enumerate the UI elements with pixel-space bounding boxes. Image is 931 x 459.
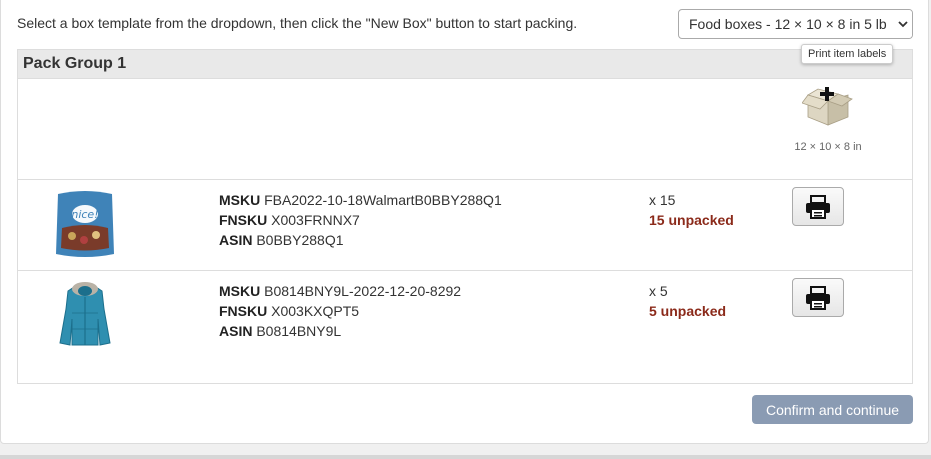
asin-value: B0BBY288Q1 [256,232,344,248]
svg-text:nice!: nice! [71,208,98,221]
print-item-labels-button[interactable] [792,187,844,226]
print-labels-tooltip: Print item labels [801,44,894,64]
blue-jacket-product-image [59,282,111,346]
new-box-button[interactable]: 12 × 10 × 8 in [788,87,868,153]
unpacked-count: 5 unpacked [649,303,727,319]
fnsku-value: X003FRNNX7 [271,212,360,228]
fnsku-value: X003KXQPT5 [271,303,360,319]
msku-value: FBA2022-10-18WalmartB0BBY288Q1 [264,192,502,208]
instructions-text: Select a box template from the dropdown,… [17,15,578,31]
quantity-value: x 5 [649,283,668,299]
msku-label: MSKU [219,192,261,208]
asin-value: B0814BNY9L [256,323,342,339]
asin-label: ASIN [219,232,253,248]
item-quantity: x 5 5 unpacked [649,281,726,321]
box-template-selected: Food boxes - 12 × 10 × 8 in 5 lb [689,16,887,32]
snack-bag-product-image: nice! [56,191,114,257]
msku-value: B0814BNY9L-2022-12-20-8292 [264,283,462,299]
confirm-and-continue-button[interactable]: Confirm and continue [752,395,913,424]
msku-label: MSKU [219,283,261,299]
pack-group: Pack Group 1 12 × 10 × 8 in nice! MSKU F… [17,49,913,384]
new-box-dimensions: 12 × 10 × 8 in [794,141,862,153]
box-row: 12 × 10 × 8 in [18,79,912,180]
packing-panel: Select a box template from the dropdown,… [0,0,929,444]
item-identifiers: MSKU B0814BNY9L-2022-12-20-8292 FNSKU X0… [219,281,461,341]
print-item-labels-button[interactable] [792,278,844,317]
printer-icon [806,285,830,310]
item-identifiers: MSKU FBA2022-10-18WalmartB0BBY288Q1 FNSK… [219,190,502,250]
fnsku-label: FNSKU [219,303,268,319]
quantity-value: x 15 [649,192,676,208]
item-row: MSKU B0814BNY9L-2022-12-20-8292 FNSKU X0… [18,271,912,362]
bottom-divider [0,455,931,459]
chevron-down-icon [894,10,912,38]
fnsku-label: FNSKU [219,212,268,228]
new-box-icon [802,87,853,126]
item-row: nice! MSKU FBA2022-10-18WalmartB0BBY288Q… [18,180,912,271]
asin-label: ASIN [219,323,253,339]
item-quantity: x 15 15 unpacked [649,190,734,230]
unpacked-count: 15 unpacked [649,212,734,228]
box-template-select[interactable]: Food boxes - 12 × 10 × 8 in 5 lb [678,9,913,39]
pack-group-title: Pack Group 1 [18,50,912,79]
printer-icon [806,194,830,219]
